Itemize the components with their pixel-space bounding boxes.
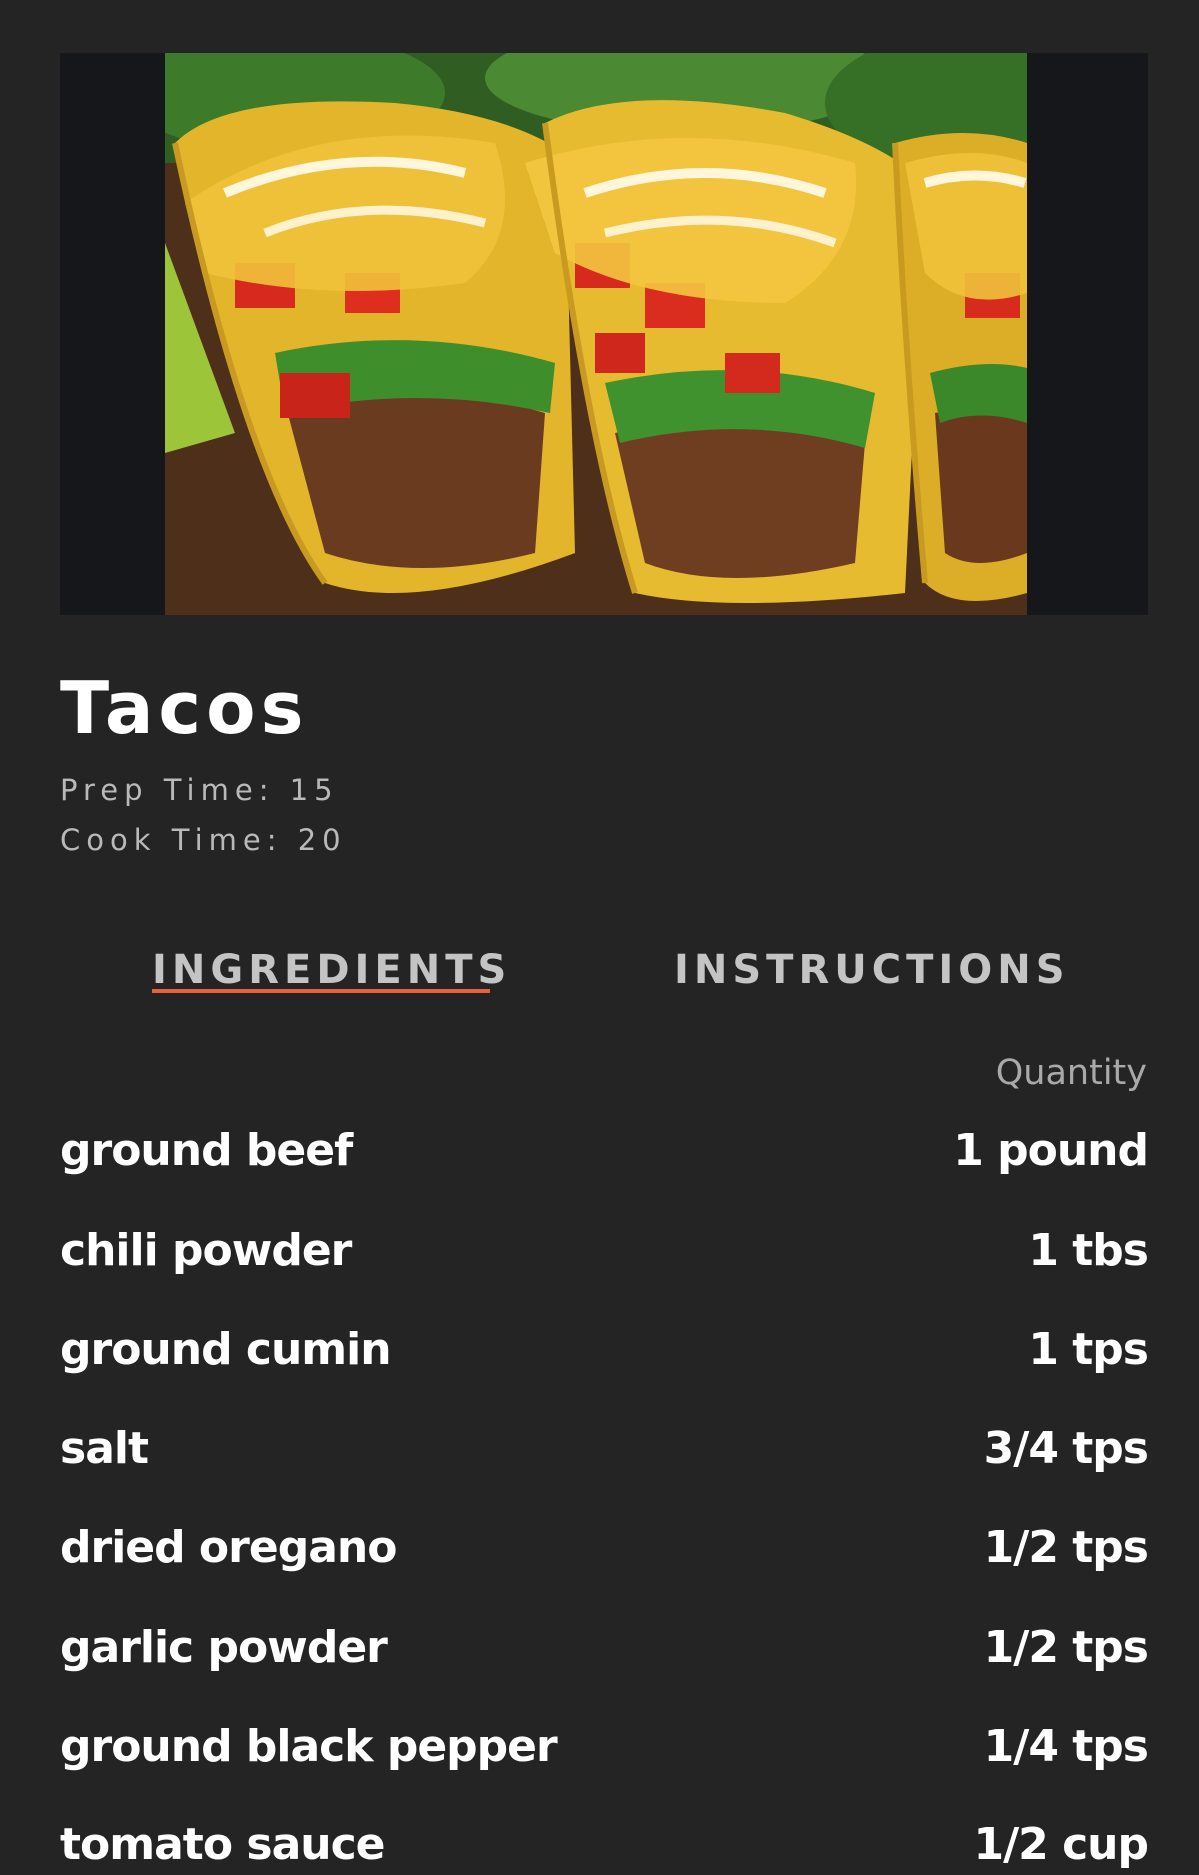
tab-ingredients[interactable]: INGREDIENTS <box>152 950 511 990</box>
ingredient-quantity: 1 tbs <box>1028 1225 1149 1276</box>
ingredient-quantity: 3/4 tps <box>983 1423 1149 1474</box>
list-item: tomato sauce 1/2 cup <box>60 1815 1149 1875</box>
list-item: garlic powder 1/2 tps <box>60 1618 1149 1678</box>
ingredient-quantity: 1/2 tps <box>983 1522 1149 1573</box>
list-item: chili powder 1 tbs <box>60 1221 1149 1281</box>
ingredient-name: chili powder <box>60 1225 352 1276</box>
list-item: ground black pepper 1/4 tps <box>60 1717 1149 1777</box>
list-item: ground beef 1 pound <box>60 1121 1149 1181</box>
quantity-header: Quantity <box>995 1053 1147 1093</box>
ingredient-name: ground cumin <box>60 1324 392 1375</box>
recipe-image-frame <box>60 53 1148 615</box>
recipe-title: Tacos <box>60 666 309 750</box>
ingredient-name: dried oregano <box>60 1522 397 1573</box>
ingredient-quantity: 1/4 tps <box>983 1721 1149 1772</box>
ingredient-quantity: 1 pound <box>953 1125 1149 1176</box>
tacos-illustration <box>165 53 1027 615</box>
recipe-photo <box>165 53 1027 615</box>
ingredient-name: tomato sauce <box>60 1819 386 1870</box>
list-item: salt 3/4 tps <box>60 1419 1149 1479</box>
ingredient-name: garlic powder <box>60 1622 388 1673</box>
ingredient-name: ground black pepper <box>60 1721 558 1772</box>
ingredient-quantity: 1/2 tps <box>983 1622 1149 1673</box>
active-tab-underline <box>152 989 490 993</box>
list-item: dried oregano 1/2 tps <box>60 1518 1149 1578</box>
cook-time: Cook Time: 20 <box>60 823 347 857</box>
ingredient-name: ground beef <box>60 1125 353 1176</box>
list-item: ground cumin 1 tps <box>60 1320 1149 1380</box>
ingredient-quantity: 1 tps <box>1028 1324 1149 1375</box>
tab-instructions[interactable]: INSTRUCTIONS <box>674 950 1070 990</box>
ingredient-quantity: 1/2 cup <box>973 1819 1149 1870</box>
prep-time: Prep Time: 15 <box>60 773 339 807</box>
ingredient-name: salt <box>60 1423 149 1474</box>
recipe-page: Tacos Prep Time: 15 Cook Time: 20 INGRED… <box>0 0 1199 1875</box>
